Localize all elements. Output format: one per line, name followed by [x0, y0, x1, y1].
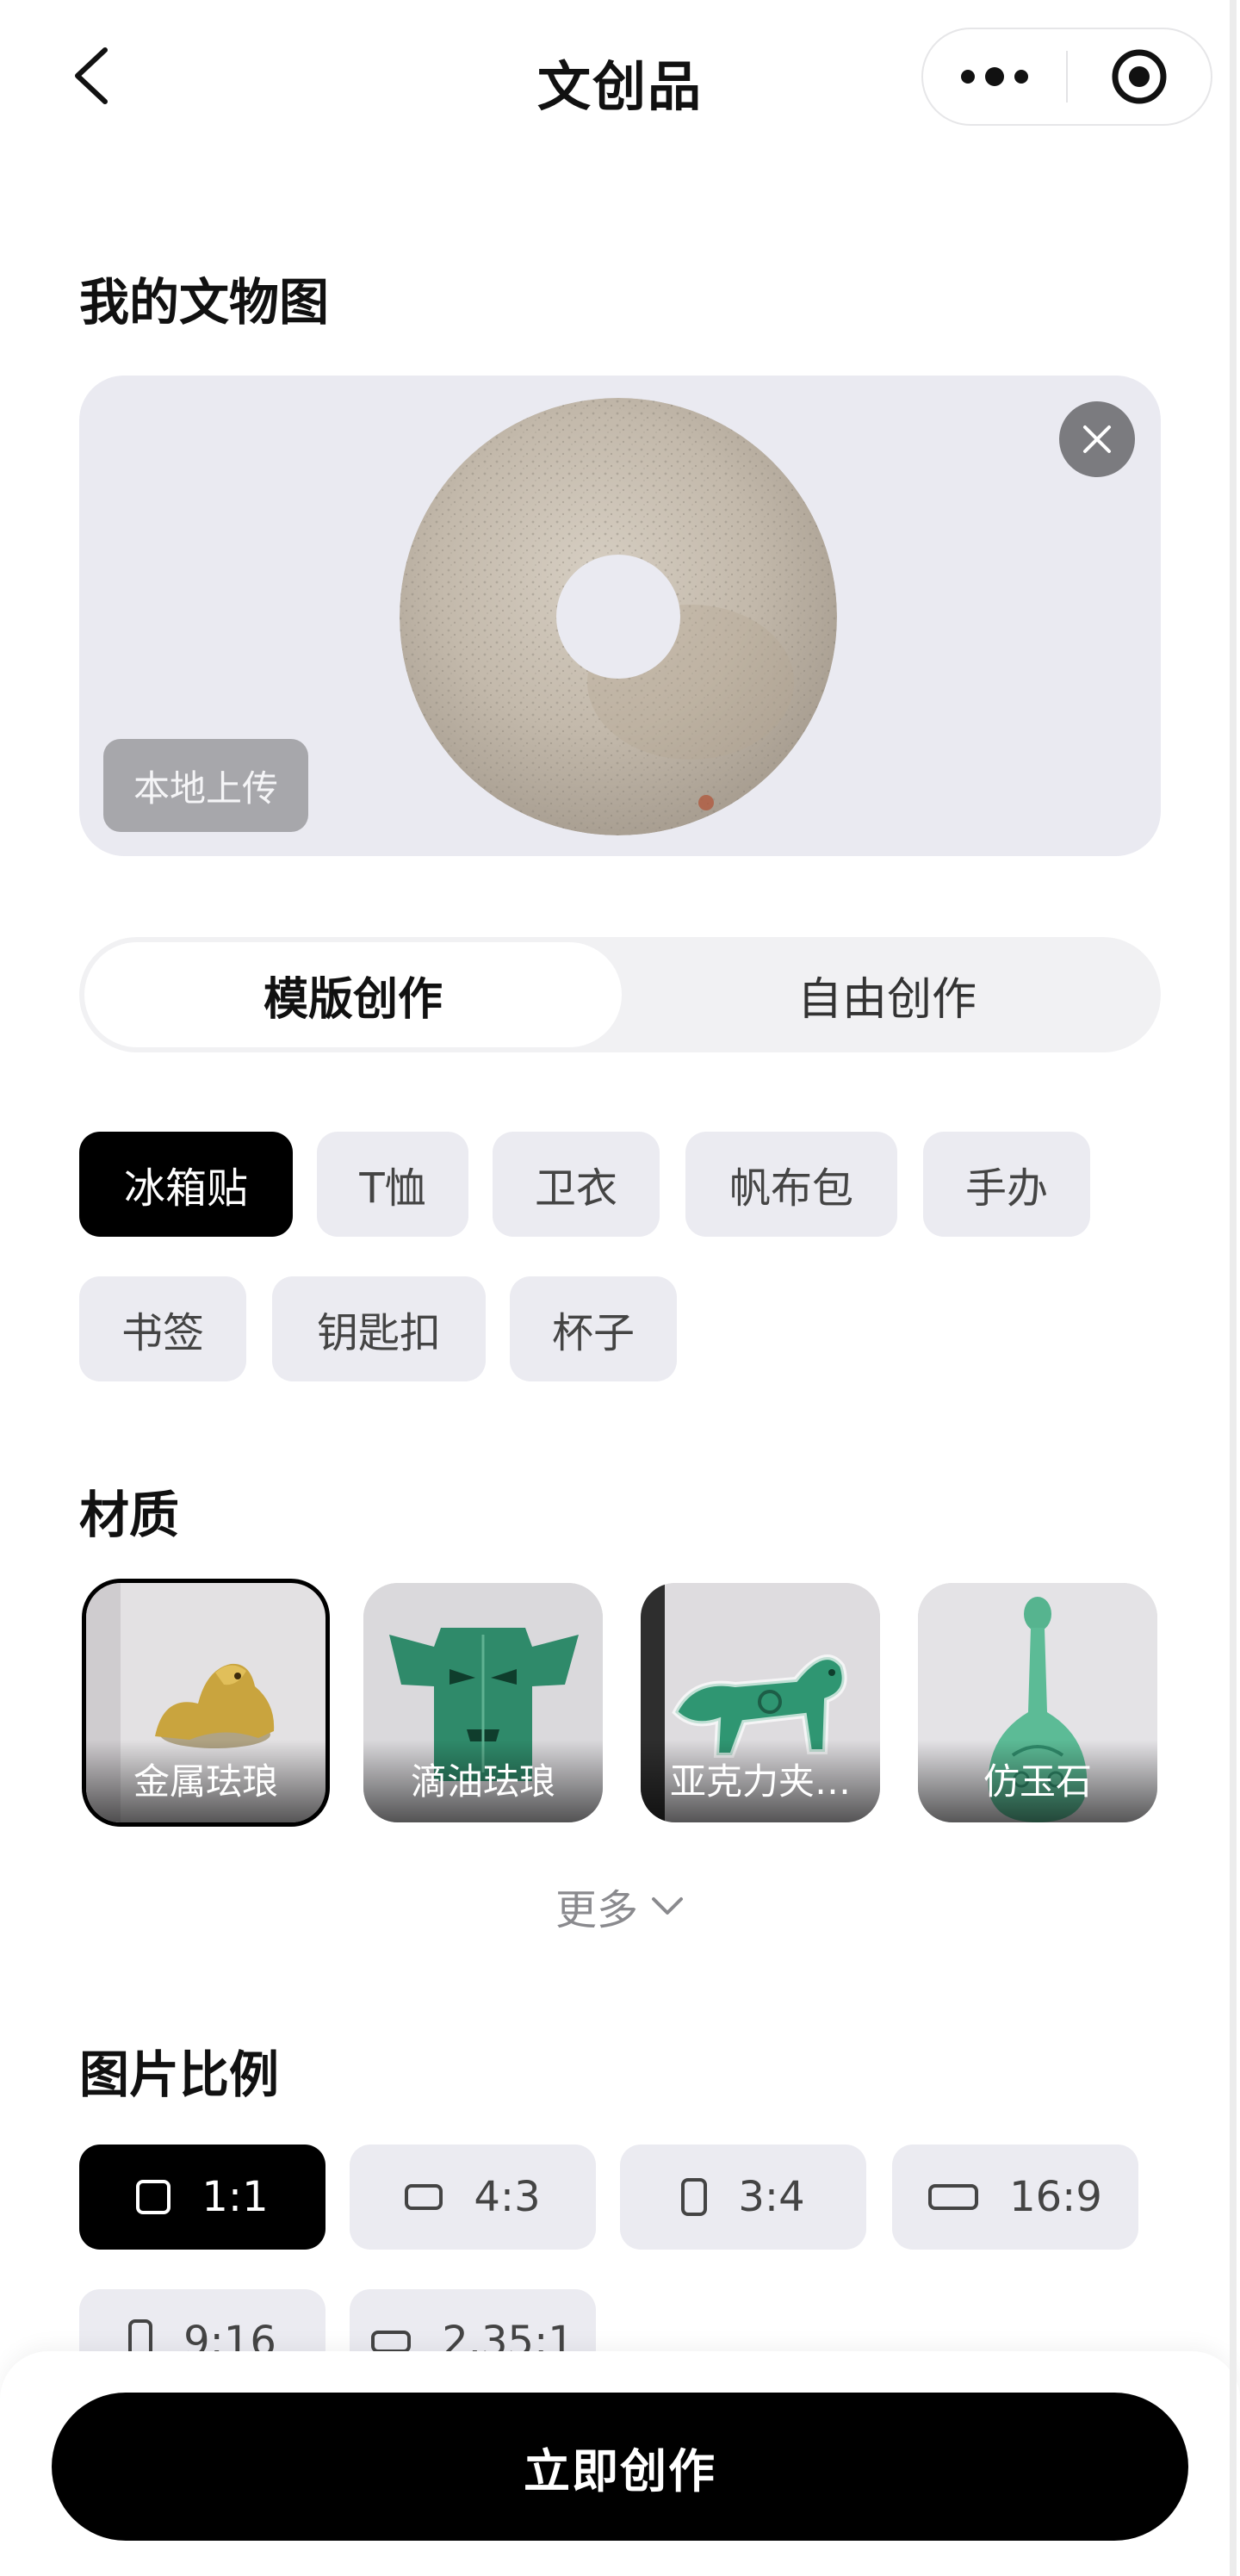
tab-template-creation[interactable]: 模版创作 — [84, 942, 622, 1047]
ratio-label: 4:3 — [474, 2173, 541, 2221]
more-materials-button[interactable]: 更多 — [0, 1876, 1240, 1936]
more-button[interactable] — [923, 29, 1066, 124]
product-chip-figure[interactable]: 手办 — [923, 1132, 1090, 1237]
close-icon — [1083, 425, 1111, 453]
material-section-title: 材质 — [79, 1486, 180, 1544]
material-label: 金属珐琅 — [86, 1740, 326, 1822]
create-now-button[interactable]: 立即创作 — [52, 2393, 1188, 2541]
more-label: 更多 — [555, 1886, 638, 1934]
ratio-label: 3:4 — [738, 2173, 805, 2221]
product-chip-cup[interactable]: 杯子 — [510, 1276, 677, 1381]
product-chip-hoodie[interactable]: 卫衣 — [493, 1132, 660, 1237]
creation-mode-switch: 模版创作 自由创作 — [79, 937, 1161, 1052]
material-label: 亚克力夹… — [641, 1740, 880, 1822]
product-chip-fridge-magnet[interactable]: 冰箱贴 — [79, 1132, 293, 1237]
ratio-label: 1:1 — [202, 2173, 269, 2221]
product-chip-tshirt[interactable]: T恤 — [317, 1132, 468, 1237]
nav-bar: 文创品 — [0, 0, 1240, 155]
target-icon — [1112, 49, 1167, 104]
chevron-down-icon — [652, 1897, 683, 1915]
close-miniapp-button[interactable] — [1068, 29, 1211, 124]
ratio-chip-16-9[interactable]: 16:9 — [892, 2145, 1138, 2250]
square-icon — [136, 2180, 171, 2214]
artifact-section-title: 我的文物图 — [79, 273, 330, 332]
material-card-metal-enamel[interactable]: 金属珐琅 — [82, 1579, 330, 1827]
landscape-rect-icon — [405, 2184, 443, 2210]
scrollbar[interactable] — [1230, 0, 1237, 2576]
material-label: 仿玉石 — [918, 1740, 1157, 1822]
artifact-image — [400, 398, 837, 835]
miniapp-capsule — [921, 28, 1212, 126]
product-chip-canvas-bag[interactable]: 帆布包 — [685, 1132, 897, 1237]
material-label: 滴油珐琅 — [363, 1740, 603, 1822]
artifact-image-panel: 本地上传 — [79, 376, 1161, 856]
material-card-drip-enamel[interactable]: 滴油珐琅 — [363, 1583, 603, 1822]
ratio-section-title: 图片比例 — [79, 2045, 280, 2104]
material-card-imitation-jade[interactable]: 仿玉石 — [918, 1583, 1157, 1822]
local-upload-button[interactable]: 本地上传 — [103, 739, 308, 832]
material-card-acrylic[interactable]: 亚克力夹… — [641, 1583, 880, 1822]
product-chip-keychain[interactable]: 钥匙扣 — [272, 1276, 486, 1381]
portrait-rect-icon — [681, 2178, 708, 2216]
wide-rect-icon — [928, 2184, 979, 2210]
product-chip-bookmark[interactable]: 书签 — [79, 1276, 246, 1381]
ultrawide-rect-icon — [371, 2331, 412, 2353]
ratio-chip-4-3[interactable]: 4:3 — [350, 2145, 596, 2250]
more-dots-icon — [961, 67, 1028, 86]
ratio-label: 16:9 — [1009, 2173, 1102, 2221]
tab-free-creation[interactable]: 自由创作 — [618, 942, 1156, 1047]
ratio-chip-1-1[interactable]: 1:1 — [79, 2145, 326, 2250]
bottom-action-bar: 立即创作 — [0, 2351, 1240, 2576]
ratio-chip-3-4[interactable]: 3:4 — [620, 2145, 866, 2250]
remove-image-button[interactable] — [1059, 401, 1135, 477]
